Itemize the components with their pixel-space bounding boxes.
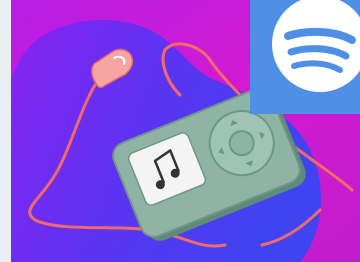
music-player-illustration (0, 0, 360, 262)
illustration-canvas (0, 0, 360, 262)
spotify-tile (250, 0, 360, 114)
left-edge-strip (0, 0, 11, 262)
